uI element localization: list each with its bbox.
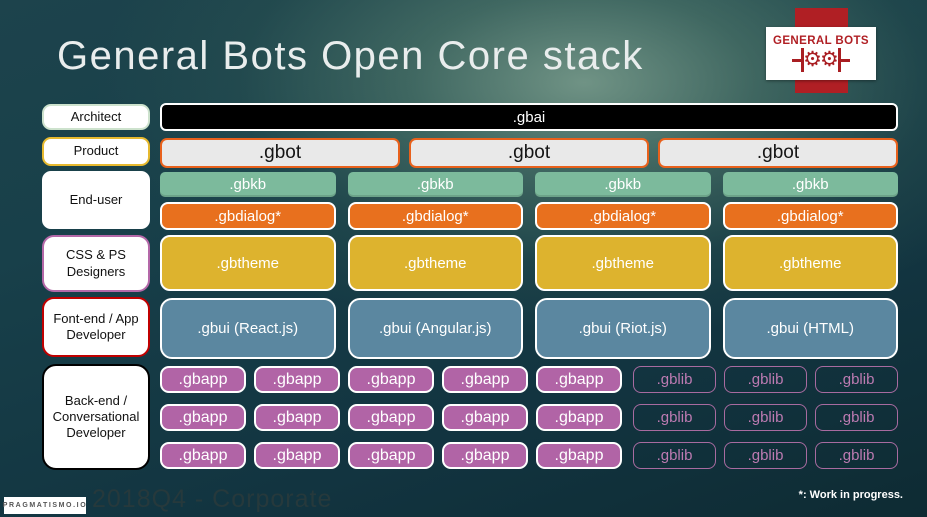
general-bots-logo: GENERAL BOTS ⚙ ⚙ [766,27,876,80]
role-label-architect: Architect [42,104,150,130]
gbui-react-box: .gbui (React.js) [160,298,336,359]
gbot-row: .gbot .gbot .gbot [160,138,898,168]
gbtheme-box: .gbtheme [160,235,336,291]
gbui-html-box: .gbui (HTML) [722,298,898,359]
gbdialog-box: .gbdialog* [722,202,898,230]
gblib-box: .gblib [815,442,898,469]
gbui-angular-box: .gbui (Angular.js) [347,298,523,359]
gbdialog-row: .gbdialog* .gbdialog* .gbdialog* .gbdial… [160,202,898,230]
gbkb-box: .gbkb [722,172,898,197]
work-in-progress-note: *: Work in progress. [798,489,903,501]
gblib-box: .gblib [815,366,898,393]
gear-line-icon [792,58,802,62]
gbkb-box: .gbkb [160,172,336,197]
gblib-box: .gblib [724,442,807,469]
gbui-riot-box: .gbui (Riot.js) [535,298,711,359]
gbtheme-box: .gbtheme [722,235,898,291]
gbapp-box: .gbapp [160,404,246,431]
gbtheme-row: .gbtheme .gbtheme .gbtheme .gbtheme [160,235,898,291]
gbot-box: .gbot [409,138,649,168]
gbdialog-box: .gbdialog* [347,202,523,230]
gblib-box: .gblib [815,404,898,431]
gblib-box: .gblib [724,366,807,393]
gbtheme-box: .gbtheme [347,235,523,291]
gbapp-box: .gbapp [442,366,528,393]
role-label-frontend-app-developer: Font-end / App Developer [42,297,150,357]
gbapp-box: .gbapp [160,442,246,469]
gbtheme-box: .gbtheme [535,235,711,291]
gbkb-row: .gbkb .gbkb .gbkb .gbkb [160,172,898,197]
gbapp-box: .gbapp [536,366,622,393]
gbapp-gblib-row: .gbapp .gbapp .gbapp .gbapp .gbapp .gbli… [160,366,898,393]
role-label-css-ps-designers: CSS & PS Designers [42,235,150,292]
gbot-box: .gbot [160,138,400,168]
gbai-bar: .gbai [160,103,898,131]
gbapp-box: .gbapp [442,404,528,431]
gbkb-box: .gbkb [347,172,523,197]
gbdialog-box: .gbdialog* [535,202,711,230]
gbapp-box: .gbapp [536,442,622,469]
role-label-end-user: End-user [42,171,150,229]
slide: General Bots Open Core stack GENERAL BOT… [0,0,927,517]
gbapp-box: .gbapp [254,366,340,393]
gbdialog-box: .gbdialog* [160,202,336,230]
role-label-product: Product [42,137,150,166]
gbkb-box: .gbkb [535,172,711,197]
gbui-row: .gbui (React.js) .gbui (Angular.js) .gbu… [160,298,898,359]
gbapp-gblib-row: .gbapp .gbapp .gbapp .gbapp .gbapp .gbli… [160,404,898,431]
gear-line-icon [840,58,850,62]
gbapp-box: .gbapp [536,404,622,431]
gbapp-box: .gbapp [348,442,434,469]
logo-text: GENERAL BOTS [773,35,869,47]
role-label-backend-conversational-developer: Back-end / Conversational Developer [42,364,150,470]
pragmatismo-brand-badge: PRAGMATISMO.IO [3,497,86,514]
gbot-box: .gbot [658,138,898,168]
gears-icon: ⚙ ⚙ [792,48,850,72]
gbapp-box: .gbapp [348,404,434,431]
gbapp-box: .gbapp [254,404,340,431]
gbapp-box: .gbapp [348,366,434,393]
gbapp-gblib-row: .gbapp .gbapp .gbapp .gbapp .gbapp .gbli… [160,442,898,469]
gbapp-box: .gbapp [254,442,340,469]
gbapp-box: .gbapp [160,366,246,393]
gear-icon: ⚙ [820,48,839,71]
gblib-box: .gblib [724,404,807,431]
gblib-box: .gblib [633,442,716,469]
gblib-box: .gblib [633,366,716,393]
gbapp-box: .gbapp [442,442,528,469]
footer-version-text: 2018Q4 - Corporate [92,485,333,513]
page-title: General Bots Open Core stack [57,34,644,78]
gblib-box: .gblib [633,404,716,431]
